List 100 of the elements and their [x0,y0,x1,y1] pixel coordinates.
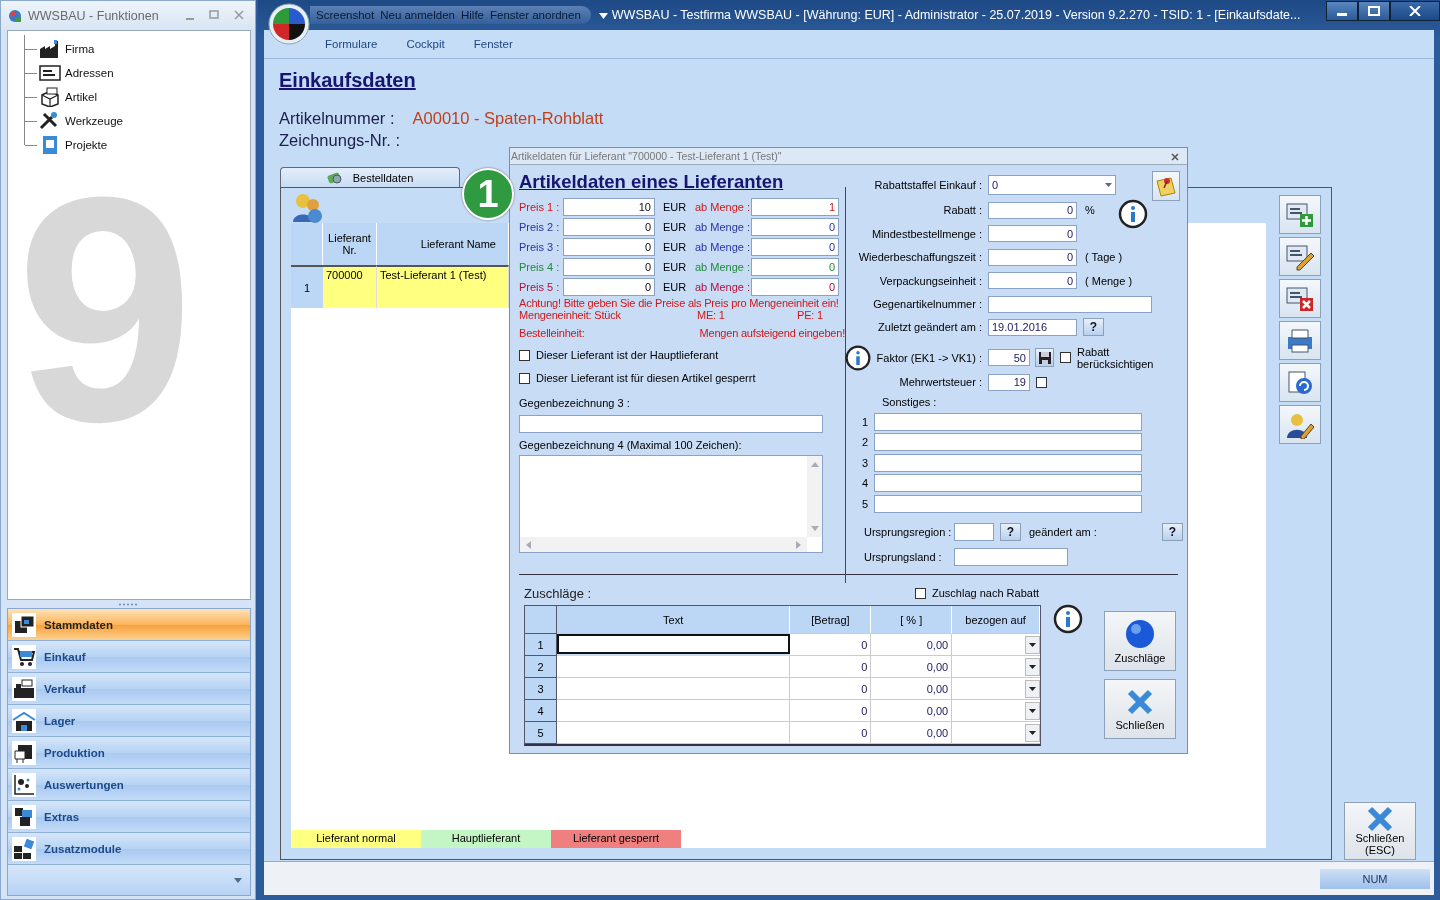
table-cell[interactable] [556,634,791,654]
row-header[interactable]: 5 [525,722,557,744]
scroll-down-icon[interactable] [810,526,819,531]
splitter-grip-icon[interactable] [118,602,138,606]
checkbox[interactable] [519,372,530,384]
date-field[interactable]: 19.01.2016 [988,318,1077,336]
text-field[interactable] [954,547,1068,566]
table-cell[interactable]: 0,00 [871,634,953,656]
note-pin-button[interactable] [1152,171,1180,201]
edit-record-button[interactable] [1279,237,1321,276]
maximize-button[interactable] [1358,1,1390,21]
nav-item[interactable]: Einkauf [8,641,250,673]
nav-item[interactable]: Extras [8,801,250,833]
number-field[interactable]: 0 [988,248,1077,266]
row-header[interactable]: 2 [525,656,557,678]
menu-item[interactable]: Cockpit [406,38,445,50]
horizontal-scrollbar[interactable] [520,537,807,552]
row-header[interactable]: 1 [291,265,323,308]
row-header[interactable]: 4 [525,700,557,722]
text-field[interactable] [874,453,1142,472]
column-header[interactable]: [ % ] [871,606,953,634]
close-button[interactable]: Schließen [1104,679,1176,739]
text-field[interactable] [874,494,1142,513]
table-cell[interactable]: 0 [790,656,872,678]
number-field[interactable]: 0 [988,201,1077,219]
minimize-button[interactable] [1326,1,1358,21]
nav-item[interactable]: Verkauf [8,673,250,705]
table-cell[interactable]: 0 [790,678,872,700]
text-field[interactable] [954,523,994,542]
column-header[interactable]: [Betrag] [790,606,872,634]
checkbox[interactable] [519,349,530,361]
table-cell[interactable]: 0,00 [871,656,953,678]
tab[interactable]: Bestelldaten [280,167,460,187]
number-field[interactable]: 50 [988,349,1030,367]
help-button[interactable]: ? [1083,318,1104,337]
price-field[interactable]: 0 [563,278,655,296]
price-field[interactable]: 10 [563,198,655,216]
info-icon[interactable] [1116,198,1149,230]
tree-item[interactable]: Firma [65,43,95,55]
checkbox[interactable] [1060,352,1071,364]
vertical-scrollbar[interactable] [807,456,822,537]
nav-item[interactable]: Stammdaten [8,609,250,641]
info-icon[interactable] [844,343,872,372]
quantity-field[interactable]: 0 [751,278,839,296]
nav-item[interactable]: Auswertungen [8,769,250,801]
number-field[interactable]: 0 [988,225,1077,243]
tree-item[interactable]: Projekte [65,139,108,151]
row-header[interactable]: 3 [525,678,557,700]
menu-item[interactable]: Formulare [325,38,378,50]
table-cell[interactable]: 0 [790,722,872,744]
quantity-field[interactable]: 0 [751,238,839,256]
tree-item[interactable]: Artikel [65,91,97,103]
text-area[interactable] [519,455,823,553]
row-header[interactable]: 1 [525,634,557,656]
nav-item[interactable]: Lager [8,705,250,737]
column-header[interactable]: Lieferant Nr. [323,223,377,265]
text-field[interactable] [519,415,823,433]
table-cell[interactable]: 0,00 [871,722,953,744]
close-button[interactable] [1390,1,1440,21]
scroll-up-icon[interactable] [810,462,819,467]
number-field[interactable]: 0 [988,272,1077,290]
text-field[interactable] [874,433,1142,452]
user-edit-button[interactable] [1279,405,1321,444]
dropdown-cell[interactable] [952,722,1040,744]
close-button[interactable]: Schließen (ESC) [1344,802,1416,860]
nav-item[interactable]: Produktion [8,737,250,769]
price-field[interactable]: 0 [563,218,655,236]
table-cell[interactable]: 0,00 [871,678,953,700]
surcharges-button[interactable]: Zuschläge [1104,611,1176,671]
dropdown-cell[interactable] [952,656,1040,678]
text-field[interactable] [874,474,1142,493]
quantity-field[interactable]: 0 [751,258,839,276]
dropdown-cell[interactable] [952,700,1040,722]
menu-item[interactable]: Fenster [473,38,513,50]
nav-options-caret-icon[interactable] [234,877,242,883]
table-cell[interactable]: 0,00 [871,700,953,722]
dropdown[interactable]: 0 [988,175,1116,195]
help-button[interactable]: ? [1000,523,1021,542]
dropdown-cell[interactable] [952,678,1040,700]
checkbox[interactable] [915,587,926,599]
dropdown-cell[interactable] [952,634,1040,656]
save-button[interactable] [1035,348,1054,368]
print-button[interactable] [1279,321,1321,360]
scroll-left-icon[interactable] [526,540,531,549]
price-field[interactable]: 0 [563,238,655,256]
quantity-field[interactable]: 1 [751,198,839,216]
customize-caret-icon[interactable] [598,11,608,19]
table-cell[interactable]: 0 [790,700,872,722]
scroll-right-icon[interactable] [796,540,801,549]
checkbox[interactable] [1036,376,1047,388]
price-field[interactable]: 0 [563,258,655,276]
column-header[interactable]: Lieferant Name [377,223,509,265]
delete-record-button[interactable] [1279,279,1321,318]
refresh-button[interactable] [1279,363,1321,402]
number-field[interactable]: 19 [988,373,1030,391]
column-header[interactable]: bezogen auf [952,606,1040,634]
help-button[interactable]: ? [1162,523,1183,542]
nav-item[interactable]: Zusatzmodule [8,833,250,865]
tree-item[interactable]: Adressen [65,67,114,79]
text-field[interactable] [874,412,1142,431]
